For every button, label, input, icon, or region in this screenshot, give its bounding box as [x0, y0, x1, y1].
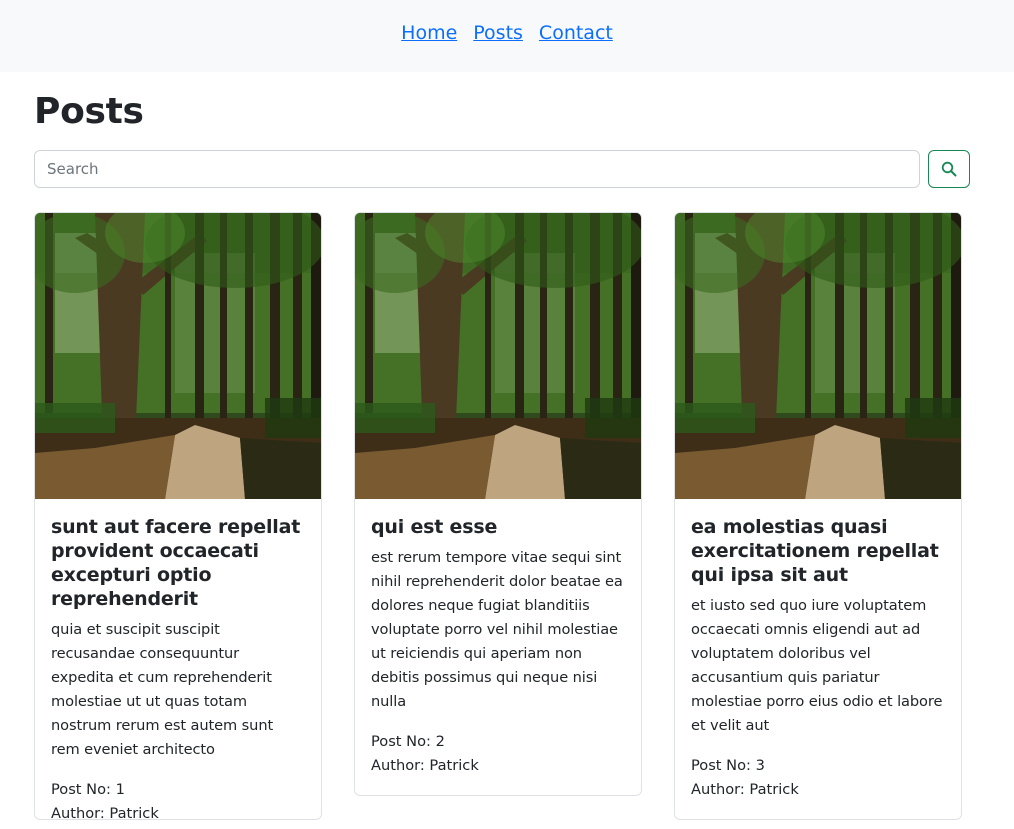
post-title: ea molestias quasi exercitationem repell… [691, 516, 939, 586]
post-title: sunt aut facere repellat provident occae… [51, 516, 301, 610]
post-number: Post No: 2 [371, 733, 445, 750]
post-author: Author: Patrick [691, 781, 799, 798]
top-navbar: Home Posts Contact [0, 0, 1014, 72]
post-body: est rerum tempore vitae sequi sint nihil… [371, 549, 623, 710]
post-image [35, 213, 321, 499]
post-body: quia et suscipit suscipit recusandae con… [51, 621, 274, 758]
post-number: Post No: 3 [691, 757, 765, 774]
post-author: Author: Patrick [51, 805, 159, 820]
nav-link-contact[interactable]: Contact [539, 22, 613, 44]
post-card: sunt aut facere repellat provident occae… [34, 212, 322, 820]
search-button[interactable] [928, 150, 970, 188]
search-icon [941, 161, 957, 177]
post-card: ea molestias quasi exercitationem repell… [674, 212, 962, 820]
nav-link-home[interactable]: Home [401, 22, 457, 44]
post-author: Author: Patrick [371, 757, 479, 774]
search-input[interactable] [34, 150, 920, 188]
post-body: et iusto sed quo iure voluptatem occaeca… [691, 597, 943, 734]
post-image [355, 213, 641, 499]
page-title: Posts [34, 91, 144, 132]
post-title: qui est esse [371, 516, 498, 538]
nav-link-posts[interactable]: Posts [473, 22, 523, 44]
post-card: qui est esse est rerum tempore vitae seq… [354, 212, 642, 796]
post-number: Post No: 1 [51, 781, 125, 798]
post-image [675, 213, 961, 499]
